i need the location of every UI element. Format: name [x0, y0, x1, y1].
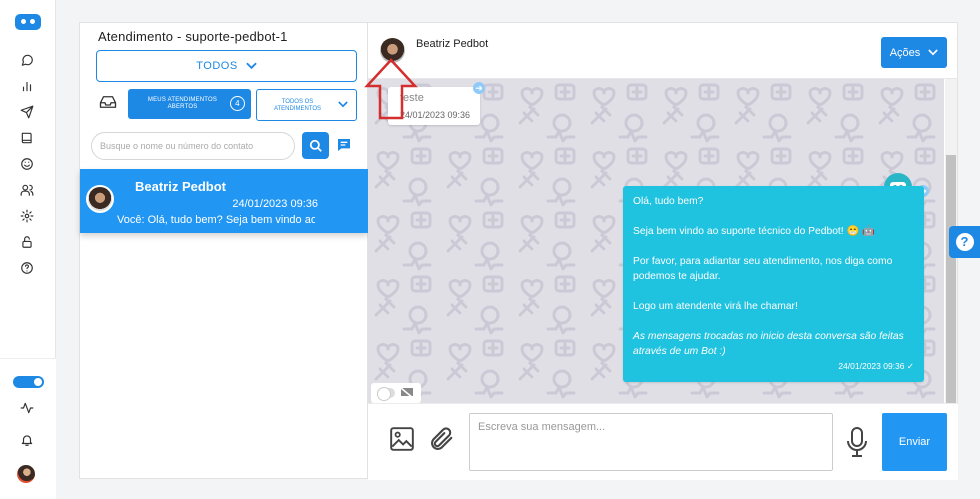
help-circle-icon[interactable] — [17, 258, 37, 278]
conversation-list-panel: Atendimento - suporte-pedbot-1 TODOS MEU… — [79, 22, 368, 479]
all-tickets-dropdown[interactable]: TODOS OS ATENDIMENTOS — [256, 89, 357, 121]
book-icon[interactable] — [17, 128, 37, 148]
my-open-tickets-button[interactable]: MEUS ATENDIMENTOS ABERTOS 4 — [128, 89, 251, 119]
smile-icon[interactable] — [17, 154, 37, 174]
chevron-down-icon — [338, 101, 348, 108]
annotation-arrow — [364, 58, 418, 120]
help-icon: ? — [955, 233, 974, 251]
actions-label: Ações — [889, 46, 921, 59]
message-line: Olá, tudo bem? — [633, 196, 704, 207]
status-toggle[interactable] — [13, 376, 44, 388]
search-input[interactable] — [100, 141, 270, 151]
lock-icon[interactable] — [17, 232, 37, 252]
open-count-badge: 4 — [230, 96, 245, 111]
actions-button[interactable]: Ações — [881, 37, 947, 68]
new-chat-icon[interactable] — [336, 137, 352, 153]
no-chat-icon — [400, 387, 414, 399]
message-time-text: 24/01/2023 09:36 — [838, 361, 905, 371]
page-title: Atendimento - suporte-pedbot-1 — [98, 29, 288, 44]
bot-toggle[interactable] — [371, 383, 421, 403]
all-tickets-label: TODOS OS ATENDIMENTOS — [273, 99, 322, 112]
conversation-item[interactable]: Beatriz Pedbot 24/01/2023 09:36 Você: Ol… — [80, 169, 368, 233]
users-icon[interactable] — [17, 180, 37, 200]
activity-icon[interactable] — [17, 398, 37, 418]
chat-panel: Beatriz Pedbot Ações teste 24/01/2023 09… — [368, 22, 958, 480]
search-button[interactable] — [302, 132, 329, 159]
inbox-icon[interactable] — [99, 95, 117, 109]
message-line: Seja bem vindo ao suporte técnico do Ped… — [633, 226, 876, 237]
contact-name: Beatriz Pedbot — [416, 38, 489, 50]
bell-icon[interactable] — [17, 430, 37, 450]
chat-header: Beatriz Pedbot Ações — [368, 23, 958, 79]
chat-icon[interactable] — [17, 50, 37, 70]
contact-name: Beatriz Pedbot — [135, 179, 227, 194]
chevron-down-icon — [245, 62, 257, 70]
send-button[interactable]: Enviar — [882, 413, 947, 471]
my-open-tickets-label: MEUS ATENDIMENTOS ABERTOS — [147, 97, 218, 110]
chevron-down-icon — [928, 49, 939, 56]
gear-icon[interactable] — [17, 206, 37, 226]
toggle-switch[interactable] — [377, 387, 395, 401]
search-box — [91, 132, 295, 160]
logo-icon[interactable] — [15, 14, 41, 30]
filter-dropdown[interactable]: TODOS — [96, 50, 357, 82]
message-line: Por favor, para adiantar seu atendimento… — [633, 256, 893, 282]
sidebar — [0, 0, 56, 499]
filter-label: TODOS — [196, 60, 238, 72]
image-icon[interactable] — [389, 426, 415, 452]
conversation-time: 24/01/2023 09:36 — [232, 198, 318, 210]
message-input[interactable] — [469, 413, 833, 471]
outgoing-message: Olá, tudo bem? Seja bem vindo ao suporte… — [623, 186, 924, 382]
scrollbar-thumb[interactable] — [946, 155, 956, 403]
conversation-preview: Você: Olá, tudo bem? Seja bem vindo ao s… — [117, 214, 315, 226]
search-icon — [309, 139, 322, 152]
forward-icon[interactable]: ➜ — [473, 82, 485, 94]
message-time: 24/01/2023 09:36 ✓ — [838, 361, 914, 371]
chart-icon[interactable] — [17, 76, 37, 96]
message-area[interactable]: teste 24/01/2023 09:36 ➜ ➜ Olá, tudo bem… — [368, 79, 944, 403]
help-button[interactable]: ? — [949, 226, 980, 258]
attachment-icon[interactable] — [428, 424, 456, 454]
message-line: Logo um atendente virá lhe chamar! — [633, 301, 798, 312]
microphone-icon[interactable] — [845, 426, 869, 458]
message-line: As mensagens trocadas no inicio desta co… — [633, 331, 904, 357]
contact-avatar — [86, 185, 114, 213]
message-composer: Enviar — [368, 403, 958, 480]
user-avatar[interactable] — [17, 465, 35, 483]
send-icon[interactable] — [17, 102, 37, 122]
